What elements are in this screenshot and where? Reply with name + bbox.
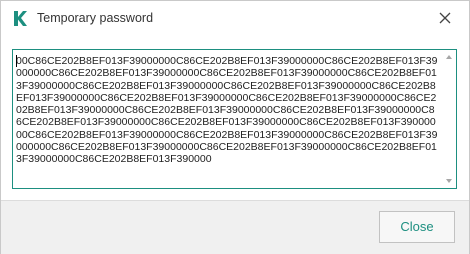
title-bar: Temporary password [1,1,469,36]
scroll-down-arrow-icon[interactable] [445,177,453,185]
scroll-up-arrow-icon[interactable] [445,53,453,61]
temporary-password-dialog: Temporary password 00C86CE202B8EF013F390… [0,0,470,254]
text-caret [16,55,17,67]
dialog-footer: Close [1,200,469,254]
password-text: 00C86CE202B8EF013F39000000C86CE202B8EF01… [16,55,438,166]
kaspersky-k-icon [14,11,27,26]
vertical-scrollbar[interactable] [443,51,455,187]
dialog-title: Temporary password [37,11,154,25]
close-icon[interactable] [437,10,453,26]
password-textarea[interactable]: 00C86CE202B8EF013F39000000C86CE202B8EF01… [12,49,457,189]
close-button[interactable]: Close [379,211,455,243]
